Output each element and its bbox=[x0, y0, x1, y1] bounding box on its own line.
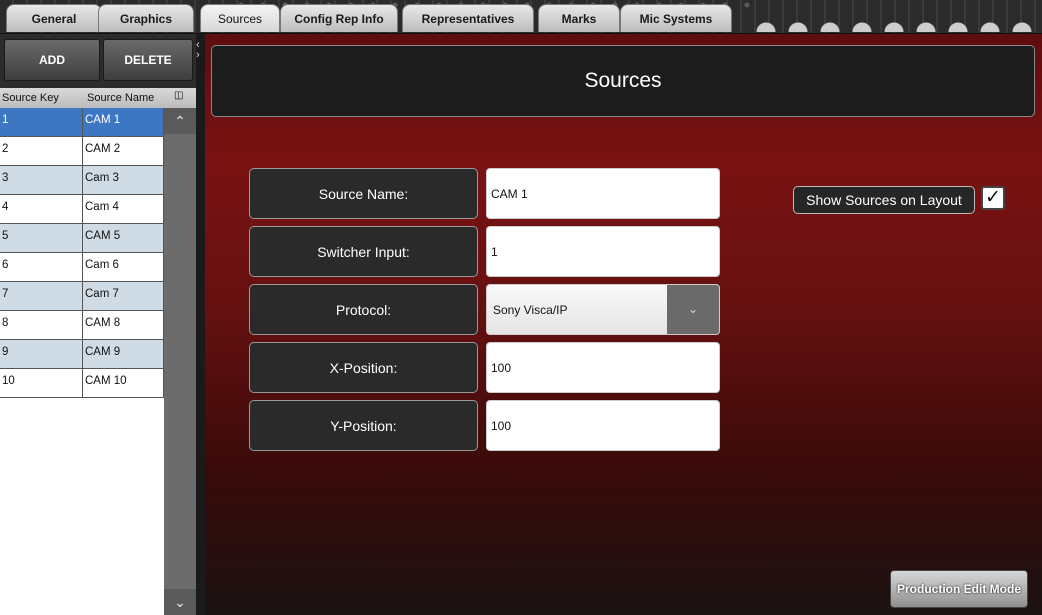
table-scrollbar[interactable]: ⌃ ⌄ bbox=[164, 108, 196, 615]
source-name-cell: CAM 10 bbox=[83, 369, 164, 398]
show-sources-on-layout-button[interactable]: Show Sources on Layout bbox=[793, 186, 975, 214]
source-name-cell: Cam 7 bbox=[83, 282, 164, 311]
table-row[interactable]: 3 Cam 3 bbox=[0, 166, 164, 195]
column-chooser-icon[interactable]: ◫ bbox=[174, 90, 183, 101]
tab-general[interactable]: General bbox=[6, 4, 102, 32]
sources-table: 1 CAM 1 2 CAM 2 3 Cam 3 4 Cam 4 5 CAM 5 6 Cam 6 7 Cam… bbox=[0, 108, 164, 615]
table-row[interactable]: 10 CAM 10 bbox=[0, 369, 164, 398]
table-header: Source Key Source Name ◫ bbox=[0, 88, 196, 110]
source-detail-panel: Sources Source Name: Switcher Input: Pro… bbox=[205, 34, 1042, 615]
y-position-label: Y-Position: bbox=[249, 400, 478, 451]
source-name-cell: CAM 5 bbox=[83, 224, 164, 253]
checkmark-icon: ✓ bbox=[985, 187, 1001, 208]
source-name-cell: Cam 4 bbox=[83, 195, 164, 224]
table-row[interactable]: 6 Cam 6 bbox=[0, 253, 164, 282]
tab-config-rep-info[interactable]: Config Rep Info bbox=[280, 4, 398, 32]
scroll-down-icon[interactable]: ⌄ bbox=[164, 589, 196, 615]
source-key-cell: 6 bbox=[0, 253, 83, 282]
table-row[interactable]: 5 CAM 5 bbox=[0, 224, 164, 253]
tab-graphics[interactable]: Graphics bbox=[98, 4, 194, 32]
add-button[interactable]: ADD bbox=[4, 39, 100, 81]
source-key-cell: 3 bbox=[0, 166, 83, 195]
source-name-label: Source Name: bbox=[249, 168, 478, 219]
source-key-cell: 9 bbox=[0, 340, 83, 369]
source-name-cell: CAM 1 bbox=[83, 108, 164, 137]
tab-bar: General Graphics Sources Config Rep Info… bbox=[0, 0, 1042, 34]
source-name-cell: CAM 9 bbox=[83, 340, 164, 369]
column-source-key[interactable]: Source Key bbox=[2, 92, 59, 104]
switcher-input-input[interactable] bbox=[486, 226, 720, 277]
show-sources-checkbox[interactable]: ✓ bbox=[981, 186, 1005, 210]
table-row[interactable]: 8 CAM 8 bbox=[0, 311, 164, 340]
chevron-down-icon[interactable]: ⌄ bbox=[667, 285, 719, 334]
source-key-cell: 5 bbox=[0, 224, 83, 253]
page-title: Sources bbox=[211, 45, 1035, 117]
source-key-cell: 2 bbox=[0, 137, 83, 166]
table-row[interactable]: 2 CAM 2 bbox=[0, 137, 164, 166]
production-edit-mode-button[interactable]: Production Edit Mode bbox=[890, 570, 1028, 608]
source-name-cell: CAM 8 bbox=[83, 311, 164, 340]
source-name-input[interactable] bbox=[486, 168, 720, 219]
table-row[interactable]: 9 CAM 9 bbox=[0, 340, 164, 369]
source-name-cell: Cam 6 bbox=[83, 253, 164, 282]
protocol-label: Protocol: bbox=[249, 284, 478, 335]
table-row[interactable]: 4 Cam 4 bbox=[0, 195, 164, 224]
table-row[interactable]: 1 CAM 1 bbox=[0, 108, 164, 137]
tab-representatives[interactable]: Representatives bbox=[402, 4, 534, 32]
source-name-cell: CAM 2 bbox=[83, 137, 164, 166]
scroll-up-icon[interactable]: ⌃ bbox=[164, 108, 196, 134]
x-position-input[interactable] bbox=[486, 342, 720, 393]
x-position-label: X-Position: bbox=[249, 342, 478, 393]
source-key-cell: 8 bbox=[0, 311, 83, 340]
table-row[interactable]: 7 Cam 7 bbox=[0, 282, 164, 311]
sources-list-panel: ADD DELETE Source Key Source Name ◫ 1 CAM… bbox=[0, 34, 196, 615]
source-key-cell: 4 bbox=[0, 195, 83, 224]
tabbar-pattern bbox=[750, 6, 1042, 32]
source-name-cell: Cam 3 bbox=[83, 166, 164, 195]
switcher-input-label: Switcher Input: bbox=[249, 226, 478, 277]
delete-button[interactable]: DELETE bbox=[103, 39, 193, 81]
tab-mic-systems[interactable]: Mic Systems bbox=[620, 4, 732, 32]
y-position-input[interactable] bbox=[486, 400, 720, 451]
tab-marks[interactable]: Marks bbox=[538, 4, 620, 32]
protocol-select[interactable]: Sony Visca/IP ⌄ bbox=[486, 284, 720, 335]
source-key-cell: 10 bbox=[0, 369, 83, 398]
column-source-name[interactable]: Source Name bbox=[87, 92, 154, 104]
tab-sources[interactable]: Sources bbox=[200, 4, 280, 32]
protocol-value: Sony Visca/IP bbox=[493, 303, 568, 317]
source-key-cell: 1 bbox=[0, 108, 83, 137]
source-key-cell: 7 bbox=[0, 282, 83, 311]
